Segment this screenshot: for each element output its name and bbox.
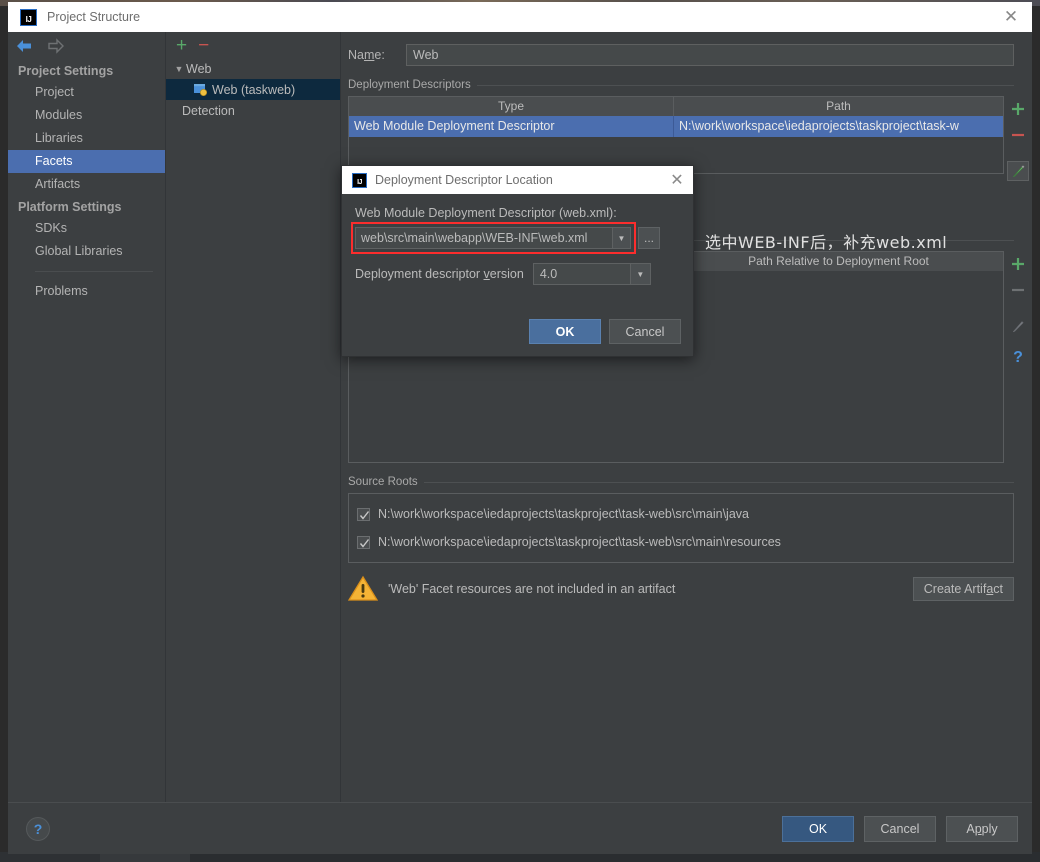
modal-footer: OK Cancel <box>342 319 693 356</box>
facets-tree-panel: + − ▼ Web Web (taskweb) Detection <box>166 32 341 802</box>
remove-descriptor-icon[interactable] <box>1007 125 1029 145</box>
create-artifact-button[interactable]: Create Artifact <box>912 576 1014 601</box>
remove-web-resource-icon <box>1007 280 1029 300</box>
add-facet-icon[interactable]: + <box>176 36 187 55</box>
tree-item-detection[interactable]: Detection <box>166 100 340 121</box>
sidebar-item-facets[interactable]: Facets <box>8 150 165 173</box>
edit-descriptor-icon[interactable] <box>1007 161 1029 181</box>
logo-text: IJ <box>25 14 32 24</box>
add-web-resource-icon[interactable] <box>1007 254 1029 274</box>
settings-sidebar: Project Settings Project Modules Librari… <box>8 32 166 802</box>
sidebar-item-global-libraries[interactable]: Global Libraries <box>8 240 165 263</box>
tree-item-web-taskweb[interactable]: Web (taskweb) <box>166 79 340 100</box>
modal-body: Web Module Deployment Descriptor (web.xm… <box>342 194 693 319</box>
remove-facet-icon[interactable]: − <box>198 36 209 55</box>
deployment-descriptors-table: Type Path Web Module Deployment Descript… <box>348 96 1004 174</box>
descriptor-path-value[interactable]: web\src\main\webapp\WEB-INF\web.xml <box>356 228 612 248</box>
facet-detail-pane: Name: Deployment Descriptors Type Path W… <box>341 32 1032 802</box>
help-icon[interactable]: ? <box>26 816 50 841</box>
descriptor-path-label: Web Module Deployment Descriptor (web.xm… <box>355 206 617 220</box>
sidebar-item-libraries[interactable]: Libraries <box>8 127 165 150</box>
descriptor-path-combobox[interactable]: web\src\main\webapp\WEB-INF\web.xml ▼ <box>355 227 631 249</box>
source-root-label: N:\work\workspace\iedaprojects\taskproje… <box>378 535 781 549</box>
arrow-left-icon[interactable] <box>14 38 34 54</box>
tree-item-web-taskweb-label: Web (taskweb) <box>212 82 296 97</box>
web-resource-directories-toolbar: ? <box>1004 251 1032 463</box>
close-icon[interactable]: ✕ <box>1000 7 1022 27</box>
help-web-resource-icon[interactable]: ? <box>1007 348 1029 368</box>
descriptor-version-label: Deployment descriptor version <box>355 267 524 281</box>
apply-button[interactable]: Apply <box>946 815 1018 842</box>
sidebar-group-project-settings: Project Settings <box>18 64 114 78</box>
cell-path-relative: / <box>674 271 1003 292</box>
intellij-logo-icon: IJ <box>352 172 367 188</box>
descriptor-version-value: 4.0 <box>539 267 558 281</box>
cell-descriptor-type: Web Module Deployment Descriptor <box>349 116 674 137</box>
cell-descriptor-path: N:\work\workspace\iedaprojects\taskproje… <box>679 119 959 133</box>
table-header-row: Type Path <box>349 97 1003 116</box>
facets-tree-toolbar: + − <box>166 32 340 58</box>
column-header-type[interactable]: Type <box>349 97 674 116</box>
deployment-descriptors-toolbar <box>1004 96 1032 181</box>
window-title: Project Structure <box>47 10 141 24</box>
column-header-path-relative[interactable]: Path Relative to Deployment Root <box>674 252 1003 271</box>
descriptor-version-combobox[interactable]: 4.0 ▼ <box>532 263 651 285</box>
annotation-text: 选中WEB-INF后，补充web.xml <box>705 233 948 252</box>
deployment-descriptor-location-dialog: IJ Deployment Descriptor Location ✕ Web … <box>341 165 694 357</box>
arrow-right-icon <box>46 38 66 54</box>
source-root-checkbox[interactable] <box>357 507 370 521</box>
modal-titlebar: IJ Deployment Descriptor Location ✕ <box>342 166 693 194</box>
sidebar-item-project[interactable]: Project <box>8 81 165 104</box>
deployment-descriptors-group-header: Deployment Descriptors <box>341 66 1032 96</box>
sidebar-item-modules[interactable]: Modules <box>8 104 165 127</box>
window-titlebar: IJ Project Structure ✕ <box>8 2 1032 32</box>
source-roots-list: N:\work\workspace\iedaprojects\taskproje… <box>348 493 1014 563</box>
sidebar-item-problems[interactable]: Problems <box>8 280 165 303</box>
logo-text: IJ <box>357 178 362 186</box>
chevron-down-icon[interactable]: ▼ <box>172 64 186 74</box>
intellij-logo-icon: IJ <box>20 8 37 26</box>
chevron-down-icon[interactable]: ▼ <box>629 264 650 284</box>
column-header-path[interactable]: Path <box>674 97 1003 116</box>
group-divider-line-3 <box>423 481 1014 483</box>
descriptor-path-row: web\src\main\webapp\WEB-INF\web.xml ▼ ..… <box>351 222 681 254</box>
list-item[interactable]: N:\work\workspace\iedaprojects\taskproje… <box>349 500 1013 528</box>
modal-ok-button[interactable]: OK <box>529 319 601 344</box>
source-roots-label: Source Roots <box>348 476 418 488</box>
list-item[interactable]: N:\work\workspace\iedaprojects\taskproje… <box>349 528 1013 556</box>
sidebar-item-artifacts[interactable]: Artifacts <box>8 173 165 196</box>
sidebar-group-platform-settings: Platform Settings <box>18 200 122 214</box>
artifact-warning-row: 'Web' Facet resources are not included i… <box>341 563 1032 602</box>
edit-web-resource-icon <box>1007 316 1029 336</box>
source-root-checkbox[interactable] <box>357 535 370 549</box>
project-structure-window: IJ Project Structure ✕ Project Settings … <box>8 2 1032 854</box>
tree-node-web-label: Web <box>186 61 212 76</box>
dialog-footer: ? OK Cancel Apply <box>8 802 1032 854</box>
artifact-warning-text: 'Web' Facet resources are not included i… <box>388 581 676 596</box>
deployment-descriptors-label: Deployment Descriptors <box>348 79 471 91</box>
source-root-label: N:\work\workspace\iedaprojects\taskproje… <box>378 507 749 521</box>
source-roots-group-header: Source Roots <box>341 463 1032 493</box>
sidebar-divider <box>35 271 153 272</box>
chevron-down-icon[interactable]: ▼ <box>612 228 630 248</box>
descriptor-version-row: Deployment descriptor version 4.0 ▼ <box>355 263 681 285</box>
tree-node-web[interactable]: ▼ Web <box>166 58 340 79</box>
facet-name-input[interactable] <box>406 44 1014 66</box>
browse-button[interactable]: ... <box>638 227 660 249</box>
modal-cancel-button[interactable]: Cancel <box>609 319 681 344</box>
modal-title-text: Deployment Descriptor Location <box>375 173 553 187</box>
tree-item-detection-label: Detection <box>182 103 235 118</box>
warning-triangle-icon <box>348 575 378 602</box>
sidebar-nav-arrows <box>8 32 165 60</box>
group-divider-line <box>476 84 1014 86</box>
modal-close-icon[interactable]: ✕ <box>667 170 687 190</box>
ok-button[interactable]: OK <box>782 815 854 842</box>
table-row[interactable]: Web Module Deployment Descriptor N:\work… <box>349 116 1003 137</box>
sidebar-item-sdks[interactable]: SDKs <box>8 217 165 240</box>
facet-name-row: Name: <box>341 32 1032 66</box>
facet-name-label: Name: <box>348 48 385 62</box>
web-facet-icon <box>194 83 208 97</box>
cancel-button[interactable]: Cancel <box>864 815 936 842</box>
add-descriptor-icon[interactable] <box>1007 99 1029 119</box>
